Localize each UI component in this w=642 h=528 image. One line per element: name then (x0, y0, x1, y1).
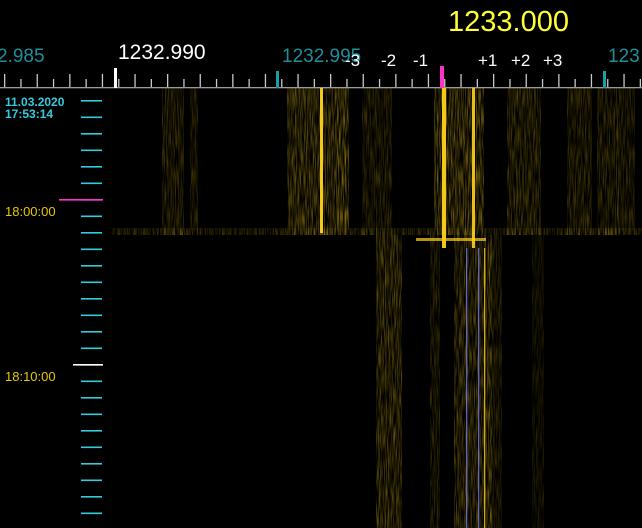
time-axis: 11.03.2020 17:53:14 18:00:00 18:10:00 (0, 90, 112, 528)
frequency-scale[interactable] (0, 66, 642, 90)
frequency-scale-ticks (0, 74, 642, 89)
signal-traces (112, 88, 642, 528)
scale-frequency-far-right: 123 (608, 46, 640, 67)
waterfall-spectrogram[interactable] (112, 88, 642, 528)
white-frequency-marker (114, 68, 117, 88)
center-frequency-cursor-icon[interactable] (440, 66, 444, 88)
scale-frequency-marker-white: 1232.990 (118, 41, 206, 64)
scale-frequency-left: 2.985 (0, 46, 45, 67)
center-frequency-readout: 1233.000 (448, 6, 569, 38)
teal-frequency-marker-left (276, 71, 279, 88)
teal-frequency-marker-right (603, 71, 606, 88)
waterfall-app: 1233.000 2.985 1232.990 1232.995 123 -3 … (0, 0, 642, 528)
time-axis-ticks (59, 100, 103, 515)
